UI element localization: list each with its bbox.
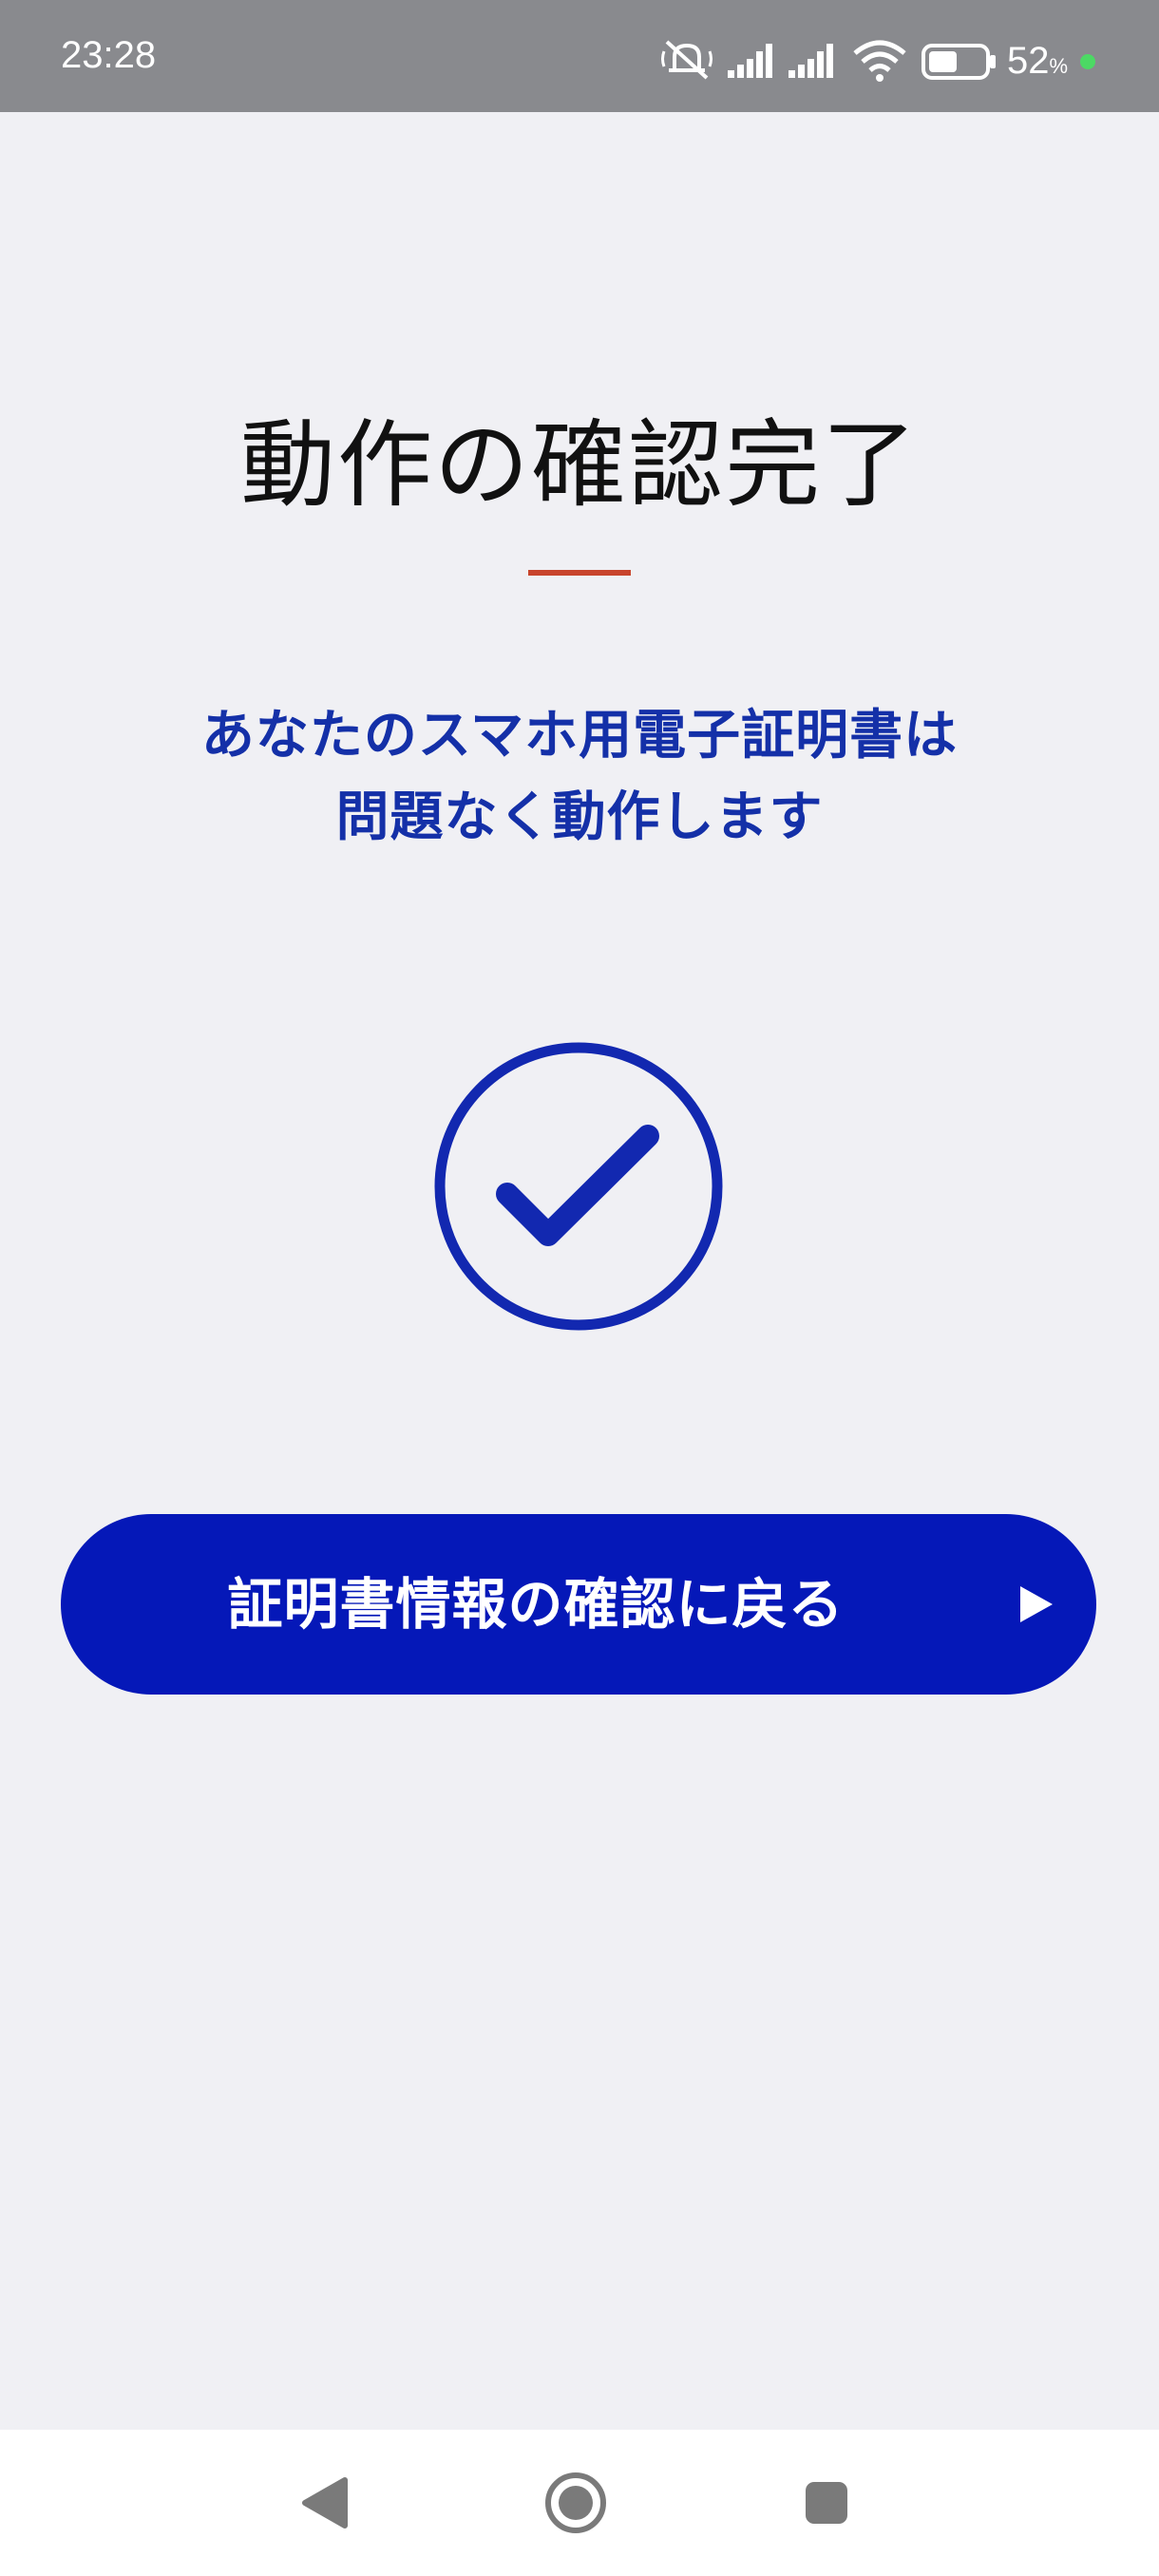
check-circle-icon [434,1042,723,1331]
back-to-certificate-info-button[interactable]: 証明書情報の確認に戻る [61,1514,1096,1695]
title-underline [528,570,631,576]
result-message-line: あなたのスマホ用電子証明書は [200,705,959,767]
play-arrow-icon [1020,1586,1053,1622]
wifi-icon [853,40,906,82]
signal-icon [788,44,833,78]
back-button-label: 証明書情報の確認に戻る [227,1572,845,1637]
result-message-line: 問題なく動作します [335,786,824,848]
status-bar: 23:28 52% [0,0,1159,112]
result-message: あなたのスマホ用電子証明書は 問題なく動作します [0,695,1159,859]
navigation-bar [0,2430,1159,2576]
notifications-muted-icon [661,40,712,80]
nav-home-button[interactable] [509,2430,642,2576]
nav-recents-button[interactable] [760,2430,893,2576]
status-icons: 52% [627,0,1159,112]
charging-dot-icon [1080,54,1095,69]
battery-icon [922,44,996,80]
page-title: 動作の確認完了 [240,409,919,521]
status-time: 23:28 [61,34,157,76]
signal-icon [728,44,772,78]
battery-percent: 52% [1007,40,1069,82]
recents-square-icon [806,2482,847,2524]
nav-back-button[interactable] [258,2430,391,2576]
back-triangle-icon [302,2477,348,2529]
home-circle-icon [545,2472,606,2533]
